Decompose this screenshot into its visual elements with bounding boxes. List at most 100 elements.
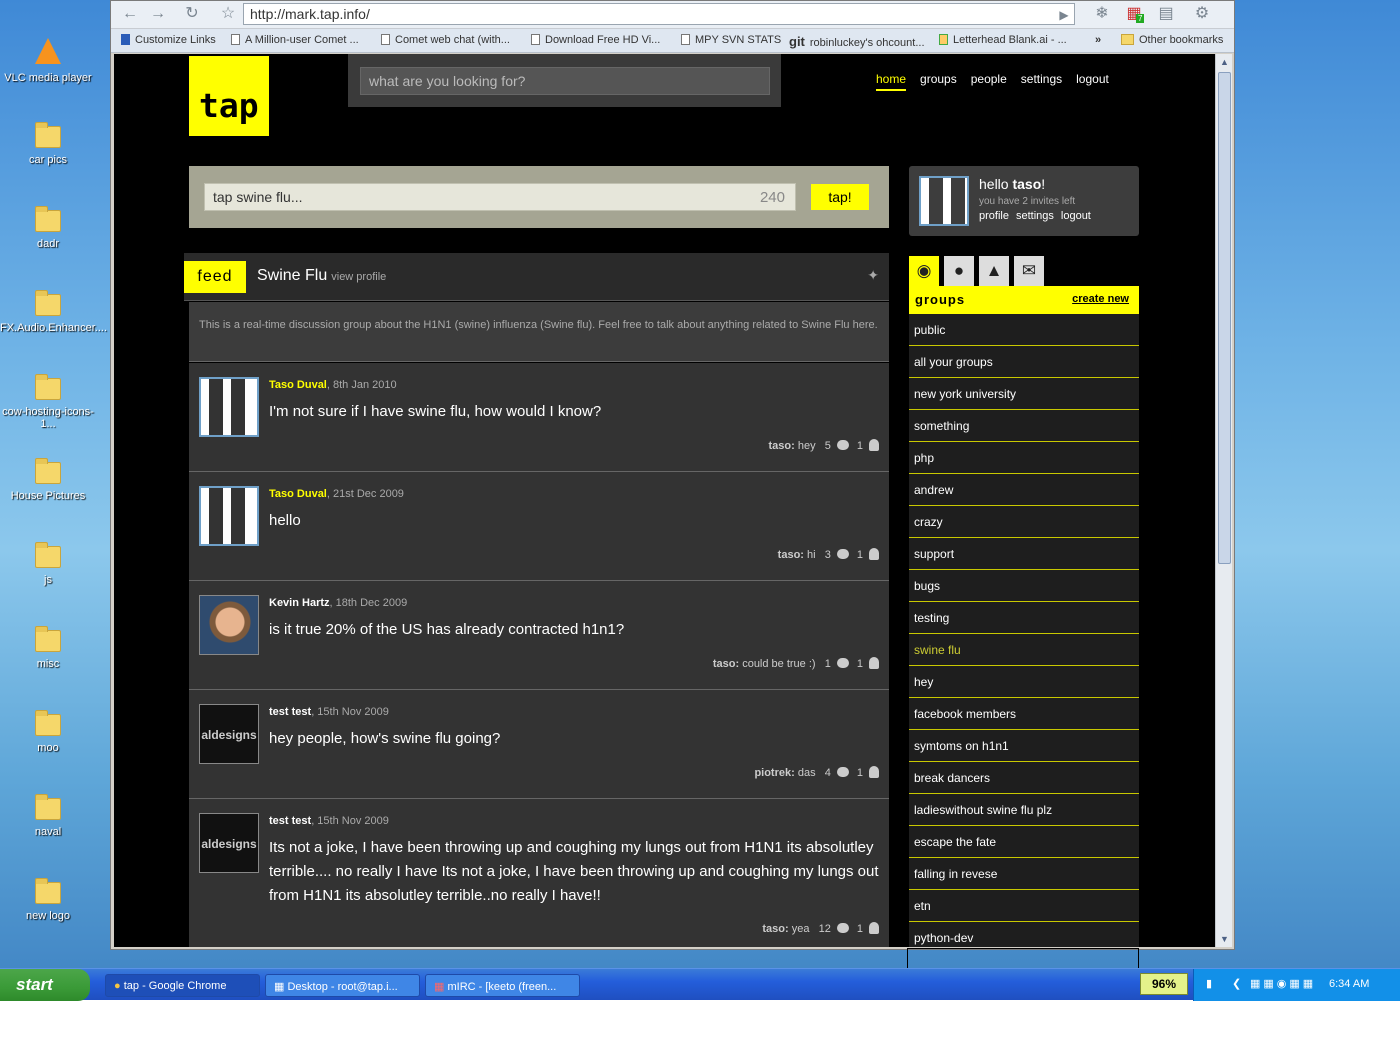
chat-bubble-icon[interactable]: ● (944, 256, 974, 286)
desktop-icon-folder[interactable]: House Pictures (0, 458, 96, 502)
comment-icon[interactable] (836, 767, 849, 777)
avatar[interactable] (199, 486, 259, 546)
address-bar[interactable]: http://mark.tap.info/ (243, 3, 1075, 25)
desktop-icon-folder[interactable]: dadr (0, 206, 96, 250)
scroll-thumb[interactable] (1218, 72, 1231, 564)
bookmark-item[interactable]: git robinluckey's ohcount... (789, 34, 925, 49)
group-item[interactable]: testing (909, 602, 1139, 634)
scroll-up-icon[interactable]: ▲ (1216, 54, 1233, 70)
group-item[interactable]: falling in revese (909, 858, 1139, 890)
other-bookmarks[interactable]: Other bookmarks (1121, 34, 1223, 46)
desktop-icon-folder[interactable]: js (0, 542, 96, 586)
nav-people[interactable]: people (971, 72, 1007, 89)
group-item[interactable]: all your groups (909, 346, 1139, 378)
taskbar-item-mirc[interactable]: ▦ mIRC - [keeto (freen... (425, 974, 580, 997)
post-author[interactable]: test test (269, 706, 311, 718)
start-button[interactable]: start (0, 969, 90, 1001)
create-group-link[interactable]: create new (1072, 293, 1129, 305)
tray-arrow-icon[interactable]: ❮ (1232, 977, 1241, 990)
nav-home[interactable]: home (876, 72, 907, 91)
person-icon[interactable]: ▲ (979, 256, 1009, 286)
desktop-icon-folder[interactable]: naval (0, 794, 96, 838)
back-icon[interactable]: ← (119, 4, 141, 24)
pin-icon[interactable]: ✦ (867, 267, 879, 284)
post-input[interactable]: tap swine flu... 240 (204, 183, 796, 211)
tap-logo[interactable]: tap (189, 56, 269, 136)
group-item[interactable]: support (909, 538, 1139, 570)
settings-link[interactable]: settings (1016, 210, 1054, 222)
group-item[interactable]: andrew (909, 474, 1139, 506)
logout-link[interactable]: logout (1061, 210, 1091, 222)
extension-icon[interactable]: ❄ (1091, 4, 1113, 24)
feed-post[interactable]: Kevin Hartz, 18th Dec 2009 is it true 20… (189, 581, 889, 690)
post-author[interactable]: Taso Duval (269, 488, 327, 500)
desktop-icon-folder[interactable]: new logo (0, 878, 96, 922)
scroll-down-icon[interactable]: ▼ (1216, 931, 1233, 947)
feed-post[interactable]: Taso Duval, 21st Dec 2009 hello taso: hi… (189, 472, 889, 581)
person-icon[interactable] (869, 657, 879, 669)
group-item[interactable]: ladieswithout swine flu plz (909, 794, 1139, 826)
feed-post[interactable]: Taso Duval, 8th Jan 2010 I'm not sure if… (189, 363, 889, 472)
person-icon[interactable] (869, 766, 879, 778)
person-icon[interactable] (869, 439, 879, 451)
person-icon[interactable] (869, 548, 879, 560)
group-item-selected[interactable]: swine flu (909, 634, 1139, 666)
bookmarks-overflow[interactable]: » (1095, 34, 1101, 46)
nav-groups[interactable]: groups (920, 72, 957, 89)
comment-icon[interactable] (836, 923, 849, 933)
avatar[interactable]: aldesigns (199, 704, 259, 764)
group-item[interactable]: etn (909, 890, 1139, 922)
desktop-icon-folder[interactable]: car pics (0, 122, 96, 166)
comment-icon[interactable] (836, 658, 849, 668)
search-input[interactable]: what are you looking for? (360, 67, 770, 95)
bookmark-item[interactable]: Letterhead Blank.ai - ... (939, 34, 1067, 46)
group-item[interactable]: facebook members (909, 698, 1139, 730)
forward-icon[interactable]: → (147, 4, 169, 24)
group-item[interactable]: crazy (909, 506, 1139, 538)
desktop-icon-folder[interactable]: cow-hosting-icons-1... (0, 374, 96, 430)
battery-indicator[interactable]: 96% (1140, 973, 1188, 995)
bookmark-item[interactable]: Customize Links (121, 34, 216, 46)
go-icon[interactable]: ▶ (1053, 5, 1075, 25)
person-icon[interactable] (869, 922, 879, 934)
group-item[interactable]: new york university (909, 378, 1139, 410)
wrench-menu-icon[interactable]: ⚙ (1191, 4, 1213, 24)
power-icon[interactable]: ▮ (1206, 977, 1212, 990)
group-item[interactable]: bugs (909, 570, 1139, 602)
group-item[interactable]: escape the fate (909, 826, 1139, 858)
bookmark-item[interactable]: A Million-user Comet ... (231, 34, 359, 46)
desktop-icon-folder[interactable]: moo (0, 710, 96, 754)
bookmark-item[interactable]: MPY SVN STATS (681, 34, 781, 46)
group-item[interactable]: symtoms on h1n1 (909, 730, 1139, 762)
profile-link[interactable]: profile (979, 210, 1009, 222)
reload-icon[interactable]: ↻ (181, 4, 203, 24)
taskbar-item-chrome[interactable]: ● tap - Google Chrome (105, 974, 260, 997)
desktop-icon-vlc[interactable]: VLC media player (0, 38, 96, 84)
nav-settings[interactable]: settings (1021, 72, 1062, 89)
view-profile-link[interactable]: view profile (331, 271, 386, 283)
desktop-icon-folder[interactable]: FX.Audio.Enhancer.... (0, 290, 107, 334)
desktop-icon-folder[interactable]: misc (0, 626, 96, 670)
avatar[interactable] (919, 176, 969, 226)
group-item[interactable]: php (909, 442, 1139, 474)
feed-post[interactable]: aldesigns test test, 15th Nov 2009 hey p… (189, 690, 889, 799)
globe-icon[interactable]: ◉ (909, 256, 939, 286)
comment-icon[interactable] (836, 549, 849, 559)
group-item[interactable]: public (909, 314, 1139, 346)
avatar[interactable]: aldesigns (199, 813, 259, 873)
group-item[interactable]: something (909, 410, 1139, 442)
tap-button[interactable]: tap! (811, 184, 869, 210)
star-icon[interactable]: ☆ (217, 4, 239, 24)
bookmark-item[interactable]: Comet web chat (with... (381, 34, 510, 46)
tray-icons[interactable]: ▦▦◉▦▦ (1250, 977, 1316, 990)
bookmark-item[interactable]: Download Free HD Vi... (531, 34, 660, 46)
group-item[interactable]: hey (909, 666, 1139, 698)
taskbar-item-desktop[interactable]: ▦ Desktop - root@tap.i... (265, 974, 420, 997)
post-author[interactable]: Kevin Hartz (269, 597, 330, 609)
feed-post[interactable]: aldesigns test test, 15th Nov 2009 Its n… (189, 799, 889, 947)
avatar[interactable] (199, 377, 259, 437)
clock[interactable]: 6:34 AM (1329, 978, 1369, 990)
vertical-scrollbar[interactable]: ▲ ▼ (1215, 54, 1232, 947)
comment-icon[interactable] (836, 440, 849, 450)
group-item[interactable]: python-dev (909, 922, 1139, 947)
